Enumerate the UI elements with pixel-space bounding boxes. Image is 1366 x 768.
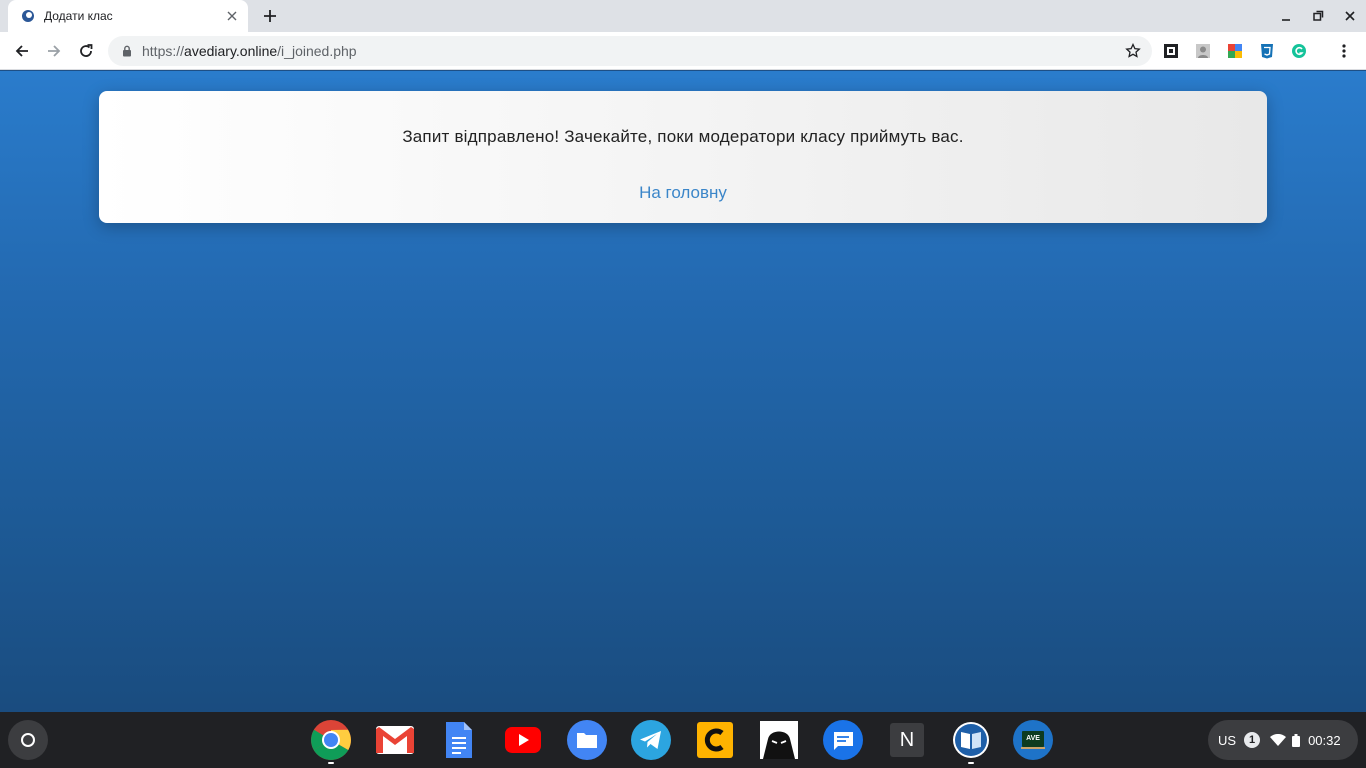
url-text: https://avediary.online/i_joined.php: [142, 43, 357, 59]
running-indicator: [968, 762, 974, 764]
avediary-app-label: AVE: [1026, 735, 1040, 742]
launcher-icon: [21, 733, 35, 747]
files-icon: [567, 720, 607, 760]
wifi-icon: [1270, 734, 1287, 746]
c-app-icon: [697, 722, 733, 758]
battery-icon: [1292, 733, 1301, 747]
request-sent-message: Запит відправлено! Зачекайте, поки модер…: [402, 127, 964, 146]
n-app-icon: N: [890, 723, 924, 757]
browser-menu-icon[interactable]: [1330, 37, 1358, 65]
youtube-app[interactable]: [503, 720, 543, 760]
css3-extension-icon[interactable]: [1258, 42, 1276, 60]
docs-icon: [446, 722, 472, 758]
address-bar[interactable]: https://avediary.online/i_joined.php: [108, 36, 1152, 66]
gmail-app[interactable]: [375, 720, 415, 760]
n-app[interactable]: N: [887, 720, 927, 760]
telegram-app[interactable]: [631, 720, 671, 760]
tab-title: Додати клас: [44, 9, 113, 23]
c-app[interactable]: [695, 720, 735, 760]
reader-app-icon: [953, 722, 989, 758]
n-app-letter: N: [899, 728, 915, 751]
url-path: /i_joined.php: [277, 43, 357, 59]
minimize-window-icon[interactable]: [1274, 4, 1298, 28]
docs-app[interactable]: [439, 720, 479, 760]
url-host: avediary.online: [184, 43, 278, 59]
go-home-link[interactable]: На головну: [639, 183, 727, 202]
google-extension-icon[interactable]: [1226, 42, 1244, 60]
new-tab-button[interactable]: [258, 4, 282, 28]
grammarly-extension-icon[interactable]: [1290, 42, 1308, 60]
hacker-app[interactable]: [759, 720, 799, 760]
page-viewport: Запит відправлено! Зачекайте, поки модер…: [0, 71, 1366, 712]
files-app[interactable]: [567, 720, 607, 760]
input-method-label: US: [1218, 732, 1237, 748]
gmail-icon: [376, 726, 414, 754]
profile-extension-icon[interactable]: [1194, 42, 1212, 60]
notification-count-badge: 1: [1244, 732, 1261, 748]
home-link-row: На головну: [99, 183, 1267, 203]
tab-close-icon[interactable]: [224, 8, 240, 24]
chrome-app[interactable]: [311, 720, 351, 764]
status-card: Запит відправлено! Зачекайте, поки модер…: [99, 91, 1267, 223]
reader-app[interactable]: [951, 720, 991, 764]
messages-icon: [823, 720, 863, 760]
restore-window-icon[interactable]: [1306, 4, 1330, 28]
lock-icon[interactable]: [120, 44, 134, 58]
bookmark-star-icon[interactable]: [1124, 42, 1142, 60]
close-window-icon[interactable]: [1338, 4, 1362, 28]
status-tray[interactable]: US 1 00:32: [1208, 720, 1358, 760]
running-indicator: [328, 762, 334, 764]
screenshot-extension-icon[interactable]: [1162, 42, 1180, 60]
avediary-app[interactable]: AVE: [1013, 720, 1053, 760]
url-scheme: https://: [142, 43, 185, 59]
launcher-button[interactable]: [8, 720, 48, 760]
youtube-icon: [505, 727, 541, 753]
tab-strip: Додати клас: [0, 0, 1366, 32]
reload-icon[interactable]: [72, 37, 100, 65]
telegram-icon: [631, 720, 671, 760]
browser-toolbar: https://avediary.online/i_joined.php: [0, 32, 1366, 70]
tab-active[interactable]: Додати клас: [8, 0, 248, 32]
site-favicon-icon: [20, 8, 36, 24]
clock-time: 00:32: [1308, 732, 1341, 748]
chrome-icon: [311, 720, 351, 760]
forward-icon[interactable]: [40, 37, 68, 65]
back-icon[interactable]: [8, 37, 36, 65]
shelf: N AVE US 1 00:32: [0, 712, 1366, 768]
hacker-app-icon: [760, 721, 798, 759]
messages-app[interactable]: [823, 720, 863, 760]
